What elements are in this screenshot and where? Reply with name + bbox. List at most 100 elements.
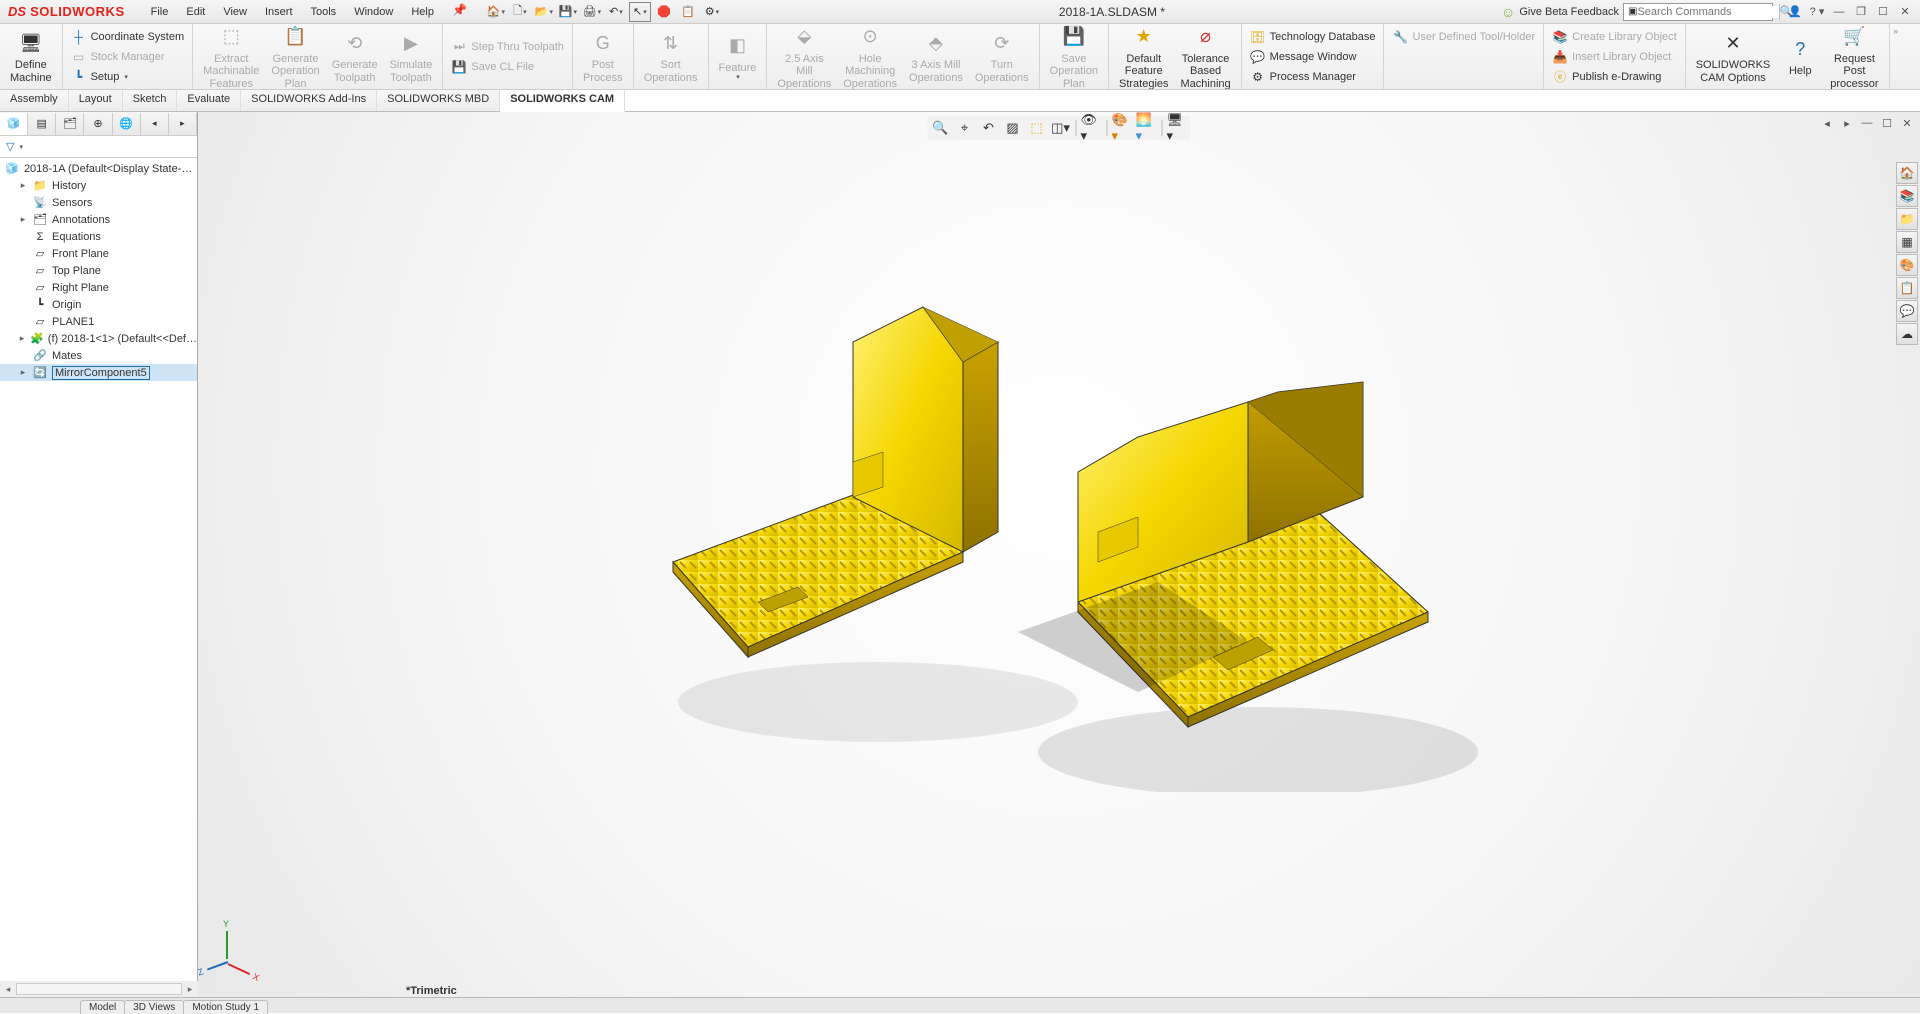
panel-tab-config[interactable]: 🗂 (56, 113, 84, 135)
close-icon[interactable]: ✕ (1896, 3, 1914, 21)
turn-ops-button[interactable]: ⟳Turn Operations (969, 24, 1035, 90)
panel-tab-dim[interactable]: ⊕ (84, 113, 112, 135)
undo-icon[interactable]: ↶▾ (605, 2, 627, 22)
user-tool-button[interactable]: 🔧User Defined Tool/Holder (1388, 27, 1539, 47)
bottom-tab-3dviews[interactable]: 3D Views (124, 1000, 184, 1014)
create-lib-button[interactable]: 📚Create Library Object (1548, 27, 1681, 47)
menu-view[interactable]: View (215, 3, 255, 21)
save-icon[interactable]: 💾▾ (557, 2, 579, 22)
tab-addins[interactable]: SOLIDWORKS Add-Ins (241, 90, 377, 111)
setup-button[interactable]: ┗Setup▾ (67, 67, 189, 87)
tree-node[interactable]: ▱PLANE1 (0, 313, 197, 330)
prev-view-icon[interactable]: ↶ (978, 118, 1000, 138)
taskpane-appearance-icon[interactable]: 🎨 (1896, 254, 1918, 276)
menu-help[interactable]: Help (403, 3, 442, 21)
publish-edrawing-button[interactable]: ⓔPublish e-Drawing (1548, 67, 1681, 87)
maximize-icon[interactable]: ☐ (1874, 3, 1892, 21)
menu-window[interactable]: Window (346, 3, 401, 21)
filter-icon[interactable]: ▽ (6, 140, 14, 153)
login-icon[interactable]: 👤 (1786, 3, 1804, 21)
expand-icon[interactable]: ▸ (18, 214, 28, 225)
tab-assembly[interactable]: Assembly (0, 90, 69, 111)
vp-close-icon[interactable]: ✕ (1898, 114, 1916, 132)
taskpane-properties-icon[interactable]: 📋 (1896, 277, 1918, 299)
tolerance-machining-button[interactable]: ⌀Tolerance Based Machining (1175, 24, 1237, 90)
home-icon[interactable]: 🏠▾ (485, 2, 507, 22)
message-window-button[interactable]: 💬Message Window (1246, 47, 1380, 67)
scene-icon[interactable]: 🌅▾ (1136, 118, 1158, 138)
expand-icon[interactable]: ▸ (18, 333, 26, 344)
post-process-button[interactable]: GPost Process (577, 27, 629, 85)
help-dropdown-icon[interactable]: ? ▾ (1808, 3, 1826, 21)
select-icon[interactable]: ↖▾ (629, 2, 651, 22)
hole-ops-button[interactable]: ⊙Hole Machining Operations (837, 24, 903, 90)
sort-ops-button[interactable]: ⇅Sort Operations (638, 27, 704, 85)
25axis-button[interactable]: ⬙2.5 Axis Mill Operations (771, 24, 837, 90)
feedback-button[interactable]: ☺ Give Beta Feedback (1501, 4, 1619, 20)
tree-node[interactable]: ▱Top Plane (0, 262, 197, 279)
pin-icon[interactable]: 📌 (452, 3, 467, 21)
print-icon[interactable]: 🖨▾ (581, 2, 603, 22)
graphics-viewport[interactable]: 🔍 ⌖ ↶ ▨ ⬚ ◫▾ 👁▾ 🎨▾ 🌅▾ 🖥▾ ◂ ▸ — ☐ ✕ (198, 112, 1920, 997)
tab-evaluate[interactable]: Evaluate (177, 90, 241, 111)
vp-collapse-icon[interactable]: ◂ (1818, 114, 1836, 132)
tree-node[interactable]: ▸📁History (0, 177, 197, 194)
taskpane-resources-icon[interactable]: 🏠 (1896, 162, 1918, 184)
tab-cam[interactable]: SOLIDWORKS CAM (500, 90, 625, 112)
tree-node[interactable]: ┗Origin (0, 296, 197, 313)
tree-node[interactable]: 🔗Mates (0, 347, 197, 364)
menu-tools[interactable]: Tools (303, 3, 345, 21)
scroll-left-icon[interactable]: ◂ (0, 984, 16, 995)
taskpane-view-icon[interactable]: ▦ (1896, 231, 1918, 253)
expand-icon[interactable]: ▸ (18, 367, 28, 378)
generate-toolpath-button[interactable]: ⟲Generate Toolpath (326, 24, 384, 90)
feature-button[interactable]: ◧Feature▾ (713, 30, 763, 84)
rebuild-icon[interactable]: 🛑 (653, 2, 675, 22)
settings-icon[interactable]: ⚙▾ (701, 2, 723, 22)
scroll-right-icon[interactable]: ▸ (182, 984, 198, 995)
tree-node[interactable]: ▱Right Plane (0, 279, 197, 296)
expand-icon[interactable]: ▸ (18, 180, 28, 191)
hide-show-icon[interactable]: 👁▾ (1081, 118, 1103, 138)
stock-manager-button[interactable]: ▭Stock Manager (67, 47, 189, 67)
save-cl-button[interactable]: 💾Save CL File (447, 57, 568, 77)
define-machine-button[interactable]: 🖥 Define Machine (4, 27, 58, 85)
open-icon[interactable]: 📂▾ (533, 2, 555, 22)
zoom-area-icon[interactable]: ⌖ (954, 118, 976, 138)
cam-options-button[interactable]: ✕SOLIDWORKS CAM Options (1690, 24, 1777, 90)
search-commands[interactable]: ▣ 🔍 ▾ (1623, 3, 1773, 21)
zoom-fit-icon[interactable]: 🔍 (930, 118, 952, 138)
save-op-plan-button[interactable]: 💾Save Operation Plan (1044, 24, 1104, 90)
default-strategies-button[interactable]: ★Default Feature Strategies (1113, 24, 1175, 90)
panel-tab-feature-tree[interactable]: 🧊 (0, 113, 28, 135)
taskpane-cloud-icon[interactable]: ☁ (1896, 323, 1918, 345)
menu-insert[interactable]: Insert (257, 3, 301, 21)
insert-lib-button[interactable]: 📥Insert Library Object (1548, 47, 1681, 67)
tech-db-button[interactable]: 🗄Technology Database (1246, 27, 1380, 47)
vp-expand-icon[interactable]: ▸ (1838, 114, 1856, 132)
bottom-tab-model[interactable]: Model (80, 1000, 125, 1014)
tree-node[interactable]: ▸🔄MirrorComponent5 (0, 364, 197, 381)
restore-icon[interactable]: ❐ (1852, 3, 1870, 21)
vp-maximize-icon[interactable]: ☐ (1878, 114, 1896, 132)
orientation-triad[interactable] (218, 917, 268, 967)
view-settings-icon[interactable]: 🖥▾ (1167, 118, 1189, 138)
panel-tab-property[interactable]: ▤ (28, 113, 56, 135)
taskpane-explorer-icon[interactable]: 📁 (1896, 208, 1918, 230)
bottom-tab-motion[interactable]: Motion Study 1 (183, 1000, 268, 1014)
coordinate-system-button[interactable]: ┼Coordinate System (67, 27, 189, 47)
orient-icon[interactable]: ⬚ (1026, 118, 1048, 138)
panel-tab-prev[interactable]: ◂ (141, 113, 169, 135)
tree-node[interactable]: ▸🧩(f) 2018-1<1> (Default<<Default>_Dis (0, 330, 197, 347)
tree-node[interactable]: ▸🗂Annotations (0, 211, 197, 228)
minimize-icon[interactable]: — (1830, 3, 1848, 21)
step-thru-button[interactable]: ⏭Step Thru Toolpath (447, 37, 568, 57)
tree-root[interactable]: 🧊 2018-1A (Default<Display State-1>) (0, 160, 197, 177)
menu-file[interactable]: File (143, 3, 177, 21)
options-icon[interactable]: 📋 (677, 2, 699, 22)
3axis-button[interactable]: ⬘3 Axis Mill Operations (903, 24, 969, 90)
help-button[interactable]: ?Help (1776, 24, 1824, 90)
tab-sketch[interactable]: Sketch (123, 90, 178, 111)
process-mgr-button[interactable]: ⚙Process Manager (1246, 67, 1380, 87)
tab-layout[interactable]: Layout (69, 90, 123, 111)
